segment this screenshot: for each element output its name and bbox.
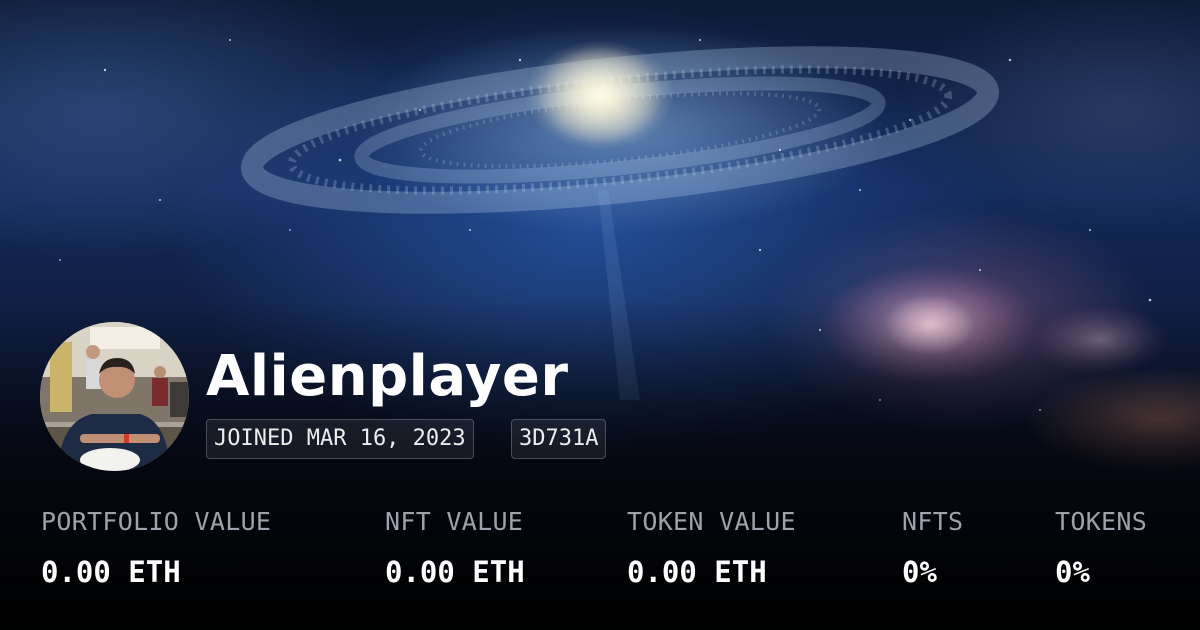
- stat-value: 0.00 ETH: [627, 555, 767, 589]
- joined-date-badge: JOINED MAR 16, 2023: [206, 419, 474, 459]
- stat-label: TOKEN VALUE: [627, 507, 796, 536]
- stat-label: TOKENS: [1055, 507, 1148, 536]
- stat-portfolio-value: PORTFOLIO VALUE 0.00 ETH: [41, 505, 271, 590]
- avatar: [40, 322, 189, 471]
- stat-label: NFT VALUE: [385, 507, 524, 536]
- stat-value: 0%: [1055, 555, 1090, 589]
- stat-token-value: TOKEN VALUE 0.00 ETH: [627, 505, 796, 590]
- profile-share-card: Alienplayer JOINED MAR 16, 2023 3D731A P…: [0, 0, 1200, 630]
- stat-value: 0.00 ETH: [385, 555, 525, 589]
- profile-name: Alienplayer: [206, 344, 569, 409]
- stat-label: PORTFOLIO VALUE: [41, 507, 272, 536]
- stat-value: 0%: [902, 555, 937, 589]
- stat-nft-value: NFT VALUE 0.00 ETH: [385, 505, 525, 590]
- address-badge: 3D731A: [511, 419, 607, 459]
- profile-photo: [40, 322, 189, 471]
- stat-tokens: TOKENS 0%: [1055, 505, 1147, 590]
- stat-nfts: NFTS 0%: [902, 505, 963, 590]
- stat-label: NFTS: [902, 507, 964, 536]
- stat-value: 0.00 ETH: [41, 555, 181, 589]
